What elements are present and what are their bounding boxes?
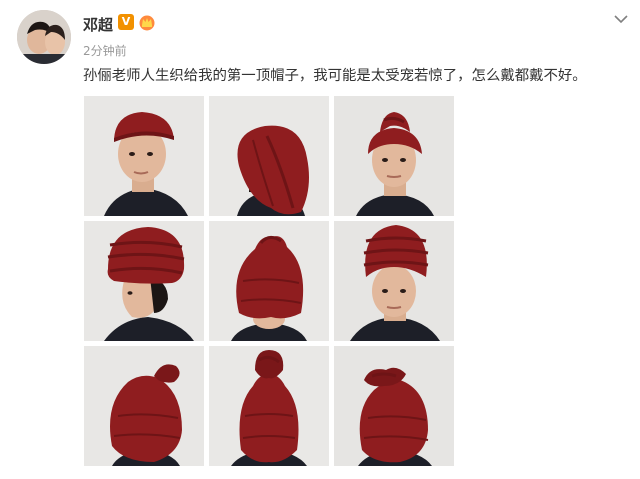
chevron-down-icon[interactable] <box>613 10 629 24</box>
photo-8[interactable] <box>209 346 329 466</box>
photo-3[interactable] <box>334 96 454 216</box>
post-text: 孙俪老师人生织给我的第一顶帽子，我可能是太受宠若惊了，怎么戴都戴不好。 <box>83 68 587 84</box>
photo-1[interactable] <box>84 96 204 216</box>
post-time[interactable]: 2分钟前 <box>83 42 127 59</box>
author-name[interactable]: 邓超 <box>83 14 113 35</box>
photo-5[interactable] <box>209 221 329 341</box>
crown-badge-icon <box>138 13 156 31</box>
avatar[interactable] <box>17 10 71 64</box>
photo-6[interactable] <box>334 221 454 341</box>
photo-9[interactable] <box>334 346 454 466</box>
photo-7[interactable] <box>84 346 204 466</box>
photo-2[interactable] <box>209 96 329 216</box>
photo-grid <box>84 96 454 468</box>
verified-badge-icon: V <box>118 14 134 30</box>
photo-4[interactable] <box>84 221 204 341</box>
